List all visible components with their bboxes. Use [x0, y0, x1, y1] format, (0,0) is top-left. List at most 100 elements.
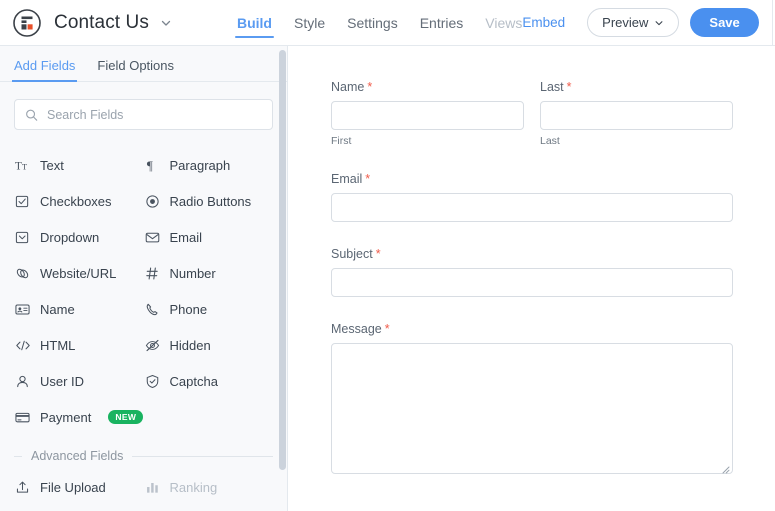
envelope-icon [144, 229, 161, 246]
credit-card-icon [14, 409, 31, 426]
tab-settings[interactable]: Settings [347, 0, 398, 46]
field-button-number[interactable]: Number [144, 255, 274, 291]
field-button-checkboxes[interactable]: Checkboxes [14, 183, 144, 219]
page-title: Contact Us [54, 11, 149, 33]
field-label: File Upload [40, 479, 106, 495]
save-button[interactable]: Save [690, 8, 759, 37]
field-button-file-upload[interactable]: File Upload [14, 469, 144, 505]
shield-check-icon [144, 373, 161, 390]
sidebar-scroll-area: T T Text ¶ Paragraph [0, 82, 287, 511]
name-first-input[interactable] [331, 101, 524, 130]
advanced-fields-grid: File Upload Ranking [14, 469, 273, 505]
field-label: Hidden [169, 337, 211, 353]
search-input[interactable] [14, 99, 273, 130]
field-label: Phone [169, 301, 208, 317]
dropdown-icon [14, 229, 31, 246]
field-label-message: Message * [331, 322, 390, 336]
field-label: Radio Buttons [169, 193, 252, 209]
field-label-name: Name * [331, 80, 373, 94]
field-label-email: Email * [331, 172, 371, 186]
builder-body: Add Fields Field Options Search Fields T… [0, 46, 775, 511]
app-header: Contact Us Build Style Settings Entries … [0, 0, 775, 46]
form-field-message[interactable]: Message * [331, 322, 733, 474]
id-card-icon [14, 301, 31, 318]
header-actions: Embed Preview Save [522, 0, 775, 46]
sidebar-tab-add-fields[interactable]: Add Fields [11, 58, 78, 82]
sidebar-panel: Add Fields Field Options Search Fields T… [0, 46, 288, 511]
search-fields-box [14, 99, 273, 130]
field-label-subject: Subject * [331, 247, 381, 261]
field-button-name[interactable]: Name [14, 291, 144, 327]
resize-handle-icon[interactable] [720, 461, 730, 474]
required-marker: * [566, 80, 572, 94]
field-button-html[interactable]: HTML [14, 327, 144, 363]
field-button-paragraph[interactable]: ¶ Paragraph [144, 147, 274, 183]
field-label: User ID [40, 373, 85, 389]
required-marker: * [384, 322, 390, 336]
field-button-ranking: Ranking [144, 469, 274, 505]
ranking-icon [144, 479, 161, 496]
email-input[interactable] [331, 193, 733, 222]
name-last-input[interactable] [540, 101, 733, 130]
field-button-phone[interactable]: Phone [144, 291, 274, 327]
svg-text:T: T [15, 160, 22, 172]
form-preview-panel: Name * First Last * Last Email * Subject… [288, 46, 775, 511]
field-button-captcha[interactable]: Captcha [144, 363, 274, 399]
radio-icon [144, 193, 161, 210]
form-builder-app: Contact Us Build Style Settings Entries … [0, 0, 775, 511]
subject-input[interactable] [331, 268, 733, 297]
preview-button[interactable]: Preview [587, 8, 680, 37]
svg-text:¶: ¶ [146, 158, 152, 173]
sidebar-tabs: Add Fields Field Options [0, 46, 287, 82]
advanced-fields-divider: Advanced Fields [14, 449, 273, 463]
tab-views: Views [485, 14, 523, 31]
field-label: Checkboxes [40, 193, 112, 209]
form-field-subject[interactable]: Subject * [331, 247, 733, 297]
message-textarea[interactable] [331, 343, 733, 474]
form-title-chevron-down-icon[interactable] [160, 17, 172, 29]
field-label: Number [169, 265, 216, 281]
field-label: Dropdown [40, 229, 100, 245]
sidebar-scrollbar-thumb[interactable] [279, 50, 286, 470]
form-field-name[interactable]: Name * First Last * Last [331, 80, 733, 147]
field-button-text[interactable]: T T Text [14, 147, 144, 183]
status-badge-new: NEW [108, 409, 144, 425]
field-label: Ranking [169, 479, 218, 495]
tab-build[interactable]: Build [234, 0, 274, 46]
field-button-radio-buttons[interactable]: Radio Buttons [144, 183, 274, 219]
field-label: Name [40, 301, 75, 317]
name-first-sublabel: First [331, 135, 352, 147]
field-button-payment[interactable]: Payment NEW [14, 399, 144, 435]
phone-icon [144, 301, 161, 318]
user-icon [14, 373, 31, 390]
embed-link[interactable]: Embed [522, 15, 565, 30]
tab-style[interactable]: Style [294, 0, 325, 46]
field-label: Captcha [169, 373, 218, 389]
sidebar-scrollbar[interactable] [279, 46, 286, 511]
field-button-dropdown[interactable]: Dropdown [14, 219, 144, 255]
field-label: Paragraph [169, 157, 231, 173]
tab-entries[interactable]: Entries [420, 0, 464, 46]
main-nav-tabs: Build Style Settings Entries Views [234, 0, 523, 46]
required-marker: * [365, 172, 371, 186]
field-button-email[interactable]: Email [144, 219, 274, 255]
field-label: HTML [40, 337, 76, 353]
sidebar-tab-field-options[interactable]: Field Options [97, 58, 174, 81]
preview-chevron-down-icon [654, 18, 664, 28]
advanced-fields-label: Advanced Fields [31, 449, 124, 463]
field-label-last: Last * [540, 80, 572, 94]
link-icon [14, 265, 31, 282]
paragraph-icon: ¶ [144, 157, 161, 174]
text-icon: T T [14, 157, 31, 174]
field-button-user-id[interactable]: User ID [14, 363, 144, 399]
wpforms-logo-icon [12, 8, 42, 38]
name-last-sublabel: Last [540, 135, 560, 147]
required-marker: * [375, 247, 381, 261]
form-field-email[interactable]: Email * [331, 172, 733, 222]
hash-icon [144, 265, 161, 282]
field-button-hidden[interactable]: Hidden [144, 327, 274, 363]
field-button-website-url[interactable]: Website/URL [14, 255, 144, 291]
brand: Contact Us [0, 8, 172, 38]
standard-fields-grid: T T Text ¶ Paragraph Checkboxes Radio Bu… [14, 147, 273, 435]
svg-text:T: T [22, 161, 27, 171]
